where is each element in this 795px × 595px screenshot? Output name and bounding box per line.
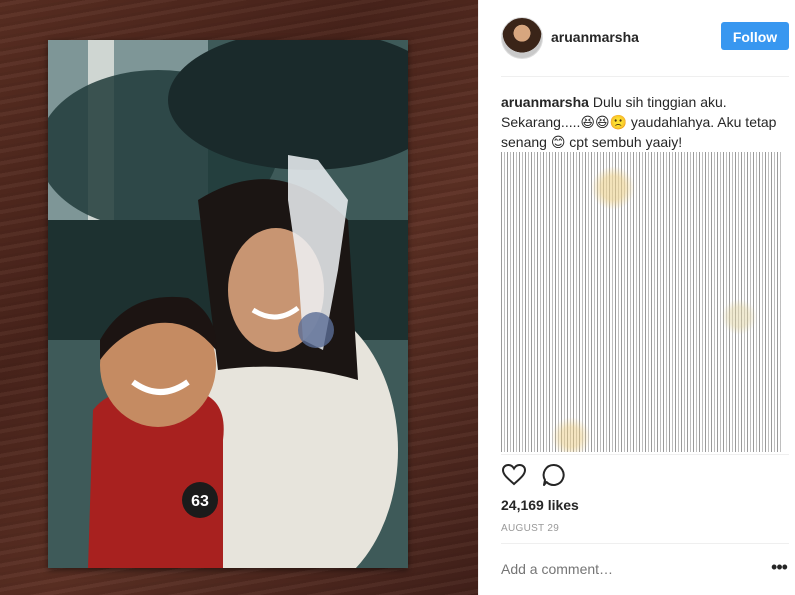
more-options-icon[interactable]: •••: [769, 558, 789, 580]
photo-damage-blue: [298, 312, 334, 348]
add-comment-input[interactable]: [501, 561, 751, 577]
comment-bubble-icon[interactable]: [541, 462, 567, 488]
follow-button[interactable]: Follow: [721, 22, 789, 50]
header-username[interactable]: aruanmarsha: [551, 29, 639, 45]
comment-divider: [501, 543, 789, 544]
heart-icon[interactable]: [501, 462, 527, 488]
header-divider: [501, 76, 789, 77]
old-photo-print: 63: [48, 40, 408, 568]
blurred-comments: [501, 152, 781, 452]
jersey-number: 63: [191, 493, 209, 510]
post-side-panel: aruanmarsha Follow aruanmarsha Dulu sih …: [478, 0, 795, 595]
post-header: aruanmarsha Follow: [501, 16, 789, 60]
post-caption: aruanmarsha Dulu sih tinggian aku. Sekar…: [501, 92, 789, 152]
avatar[interactable]: [501, 17, 543, 59]
post-date[interactable]: AUGUST 29: [501, 523, 559, 534]
comments-divider: [501, 454, 789, 455]
likes-count[interactable]: 24,169 likes: [501, 497, 579, 513]
post-photo-area: 63: [0, 0, 478, 595]
caption-username[interactable]: aruanmarsha: [501, 94, 589, 110]
photo-illustration: 63: [48, 40, 408, 568]
